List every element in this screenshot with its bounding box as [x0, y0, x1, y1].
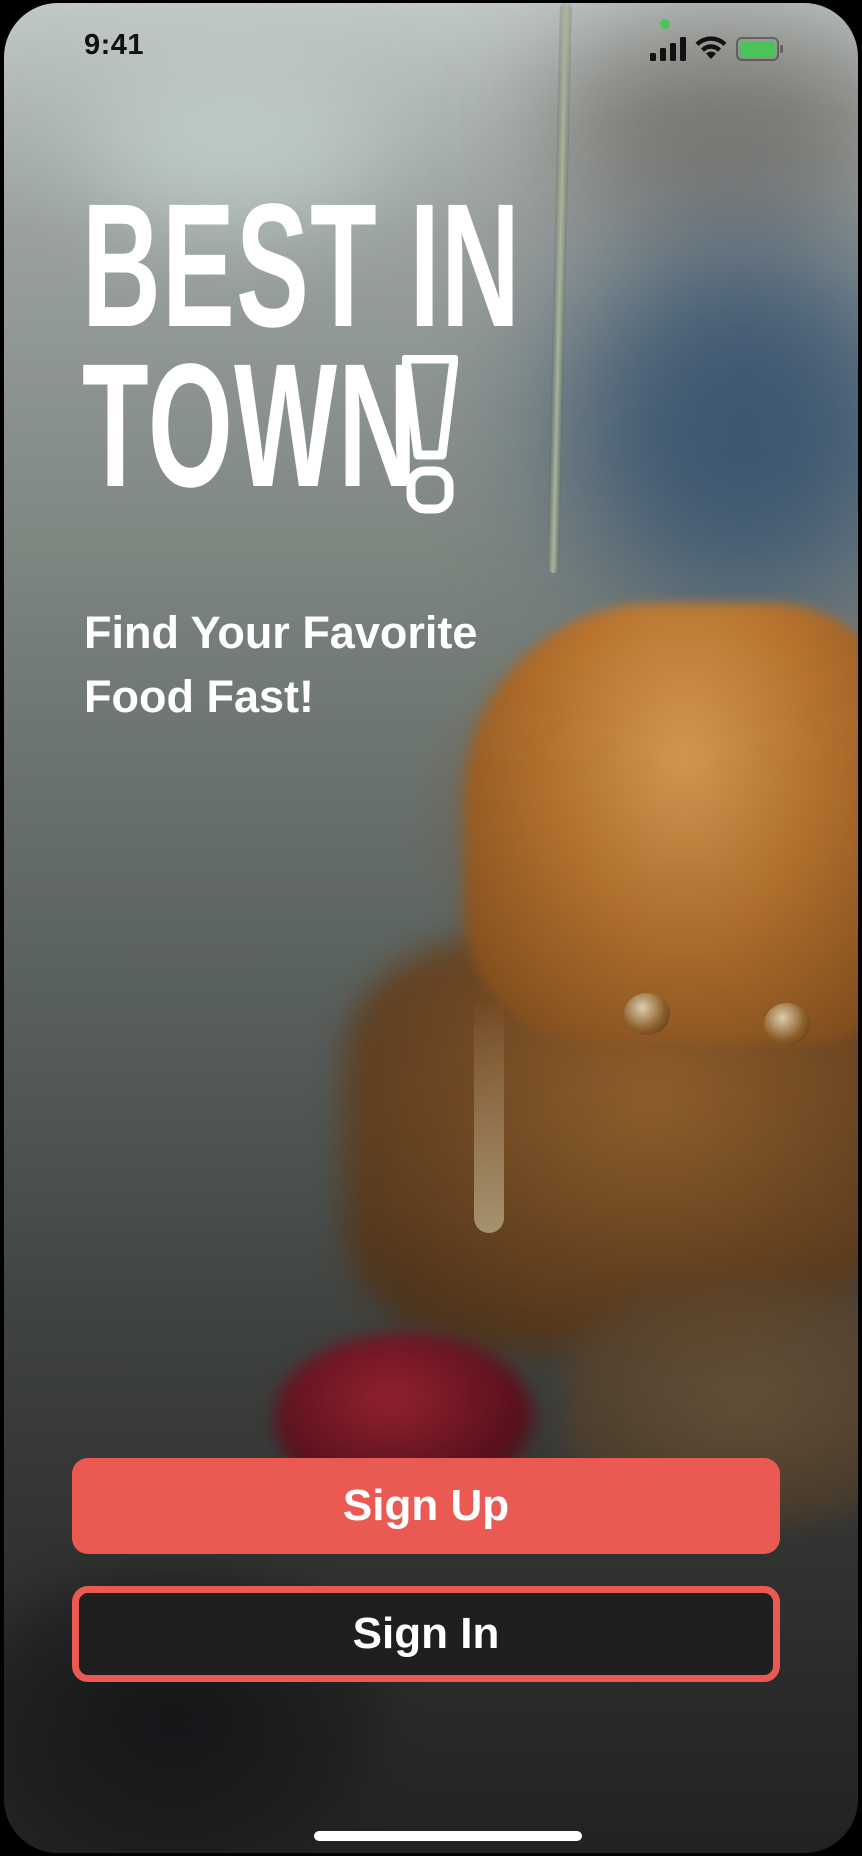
- wifi-icon: [695, 36, 727, 59]
- sign-up-button[interactable]: Sign Up: [72, 1458, 780, 1554]
- camera-indicator-dot: [660, 19, 670, 29]
- home-indicator[interactable]: [314, 1831, 582, 1841]
- phone-frame: 9:41 BEST IN TOWN Find Your Favorite Foo…: [0, 0, 862, 1856]
- sign-in-label: Sign In: [352, 1609, 500, 1658]
- sign-up-label: Sign Up: [342, 1481, 510, 1530]
- tagline-line-1: Find Your Favorite: [84, 607, 478, 658]
- status-time: 9:41: [84, 29, 145, 61]
- logo-line-1: BEST IN: [82, 168, 522, 364]
- logo-exclamation-icon: [402, 355, 458, 514]
- welcome-screen: 9:41 BEST IN TOWN Find Your Favorite Foo…: [4, 3, 858, 1853]
- cellular-signal-icon: [650, 37, 686, 61]
- sign-in-button[interactable]: Sign In: [72, 1586, 780, 1682]
- battery-icon: [736, 37, 783, 61]
- tagline-line-2: Food Fast!: [84, 671, 314, 722]
- tagline: Find Your Favorite Food Fast!: [84, 601, 564, 729]
- logo-line-2: TOWN: [82, 328, 419, 524]
